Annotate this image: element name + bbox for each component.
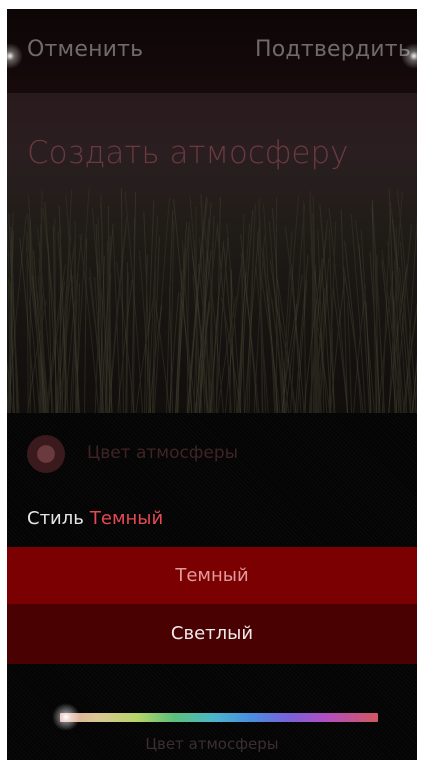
ambience-color-row[interactable]: Цвет атмосферы bbox=[7, 413, 417, 493]
header-bar: Отменить Подтвердить bbox=[7, 9, 417, 93]
confirm-button[interactable]: Подтвердить bbox=[255, 37, 411, 62]
create-ambience-screen: Отменить Подтвердить Создать атмосферу Ц… bbox=[7, 9, 417, 760]
style-combobox[interactable]: Стиль Темный bbox=[27, 508, 163, 529]
color-swatch-icon[interactable] bbox=[27, 435, 65, 473]
ambience-image: Создать атмосферу bbox=[7, 93, 417, 413]
pulley-glow-left bbox=[7, 43, 23, 69]
page-title: Создать атмосферу bbox=[27, 135, 349, 171]
color-slider-handle[interactable] bbox=[52, 703, 81, 731]
style-option-dark[interactable]: Темный bbox=[7, 547, 417, 604]
style-option-light[interactable]: Светлый bbox=[7, 604, 417, 664]
style-value: Темный bbox=[89, 508, 164, 529]
ambience-color-label: Цвет атмосферы bbox=[87, 443, 239, 463]
style-label: Стиль bbox=[27, 508, 84, 529]
pulley-glow-right bbox=[401, 43, 417, 69]
color-slider-label: Цвет атмосферы bbox=[145, 735, 279, 753]
color-slider-track[interactable] bbox=[60, 713, 378, 722]
cancel-button[interactable]: Отменить bbox=[27, 37, 143, 62]
